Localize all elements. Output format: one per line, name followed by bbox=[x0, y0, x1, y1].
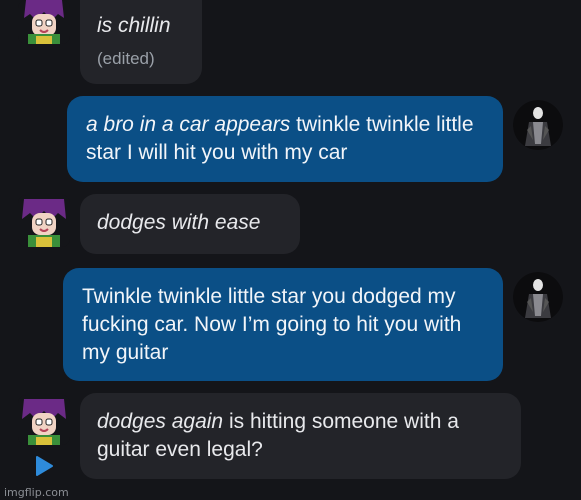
message-bubble-received[interactable]: dodges with ease bbox=[80, 194, 300, 254]
watermark: imgflip.com bbox=[4, 486, 69, 499]
message-bubble-received[interactable]: is chillin (edited) bbox=[80, 0, 202, 84]
dark-cloaked-figure-icon bbox=[513, 100, 563, 150]
dark-cloaked-figure-icon bbox=[513, 272, 563, 322]
sent-avatar[interactable] bbox=[513, 100, 563, 150]
message-text: Twinkle twinkle little star you dodged m… bbox=[82, 285, 462, 364]
message-bubble-received[interactable]: dodges again is hitting someone with a g… bbox=[80, 393, 521, 479]
play-triangle-icon[interactable] bbox=[34, 455, 54, 477]
purple-haired-character-icon bbox=[18, 195, 70, 247]
sent-avatar[interactable] bbox=[513, 272, 563, 322]
edited-label: (edited) bbox=[97, 49, 155, 68]
message-bubble-sent[interactable]: Twinkle twinkle little star you dodged m… bbox=[63, 268, 503, 381]
received-avatar[interactable] bbox=[18, 0, 70, 44]
message-action-text: is chillin bbox=[97, 14, 171, 37]
received-avatar[interactable] bbox=[18, 195, 70, 247]
message-action-text: dodges again bbox=[97, 410, 224, 433]
received-avatar[interactable] bbox=[18, 395, 70, 445]
message-action-text: a bro in a car appears bbox=[86, 113, 291, 136]
purple-haired-character-icon bbox=[18, 0, 70, 44]
message-action-text: dodges with ease bbox=[97, 211, 261, 234]
message-bubble-sent[interactable]: a bro in a car appears twinkle twinkle l… bbox=[67, 96, 503, 182]
purple-haired-character-icon bbox=[18, 395, 70, 445]
